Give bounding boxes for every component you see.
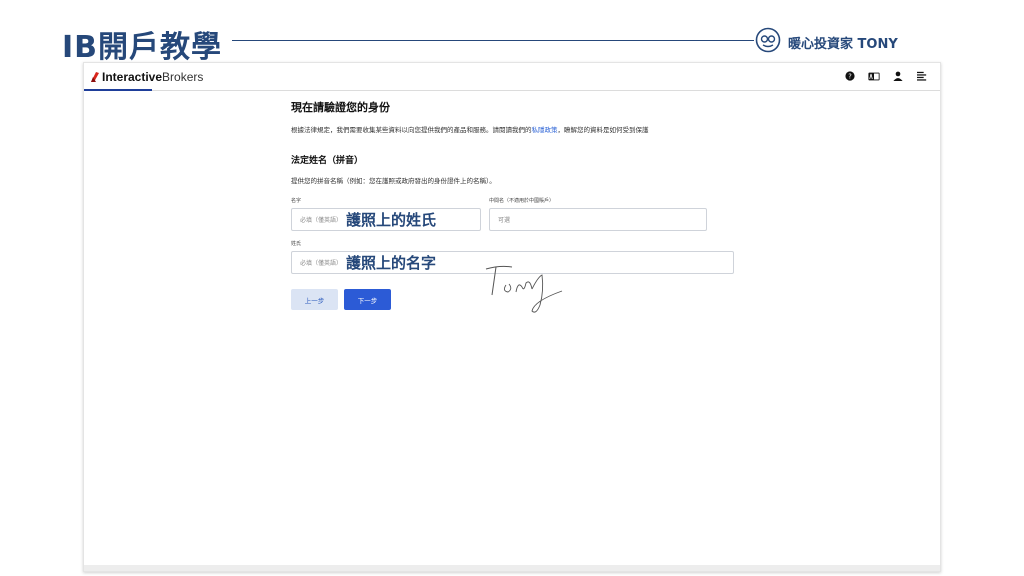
description-text-end: ，瞭解您的資料是如何受到保護 [557,126,649,134]
middle-name-input[interactable]: 可選 [489,208,707,231]
first-name-annotation: 護照上的姓氏 [346,211,437,229]
name-row: 名字 必填（僅英語） 護照上的姓氏 中間名（不適用於中國賬戶） 可選 [291,197,751,231]
menu-icon[interactable] [916,70,928,82]
last-name-label: 姓氏 [291,241,302,247]
section-description: 提供您的拼音名稱（例如：您在護照或政府發出的身份證件上的名稱）。 [291,177,496,185]
back-button[interactable]: 上一步 [291,289,338,310]
first-name-label: 名字 [291,198,302,204]
privacy-policy-link[interactable]: 私隱政策 [532,126,558,134]
ib-logo-icon [91,72,99,82]
logo-text-light: Brokers [162,70,204,84]
slide-title: IB開戶教學 [62,30,223,65]
first-name-input[interactable]: 必填（僅英語） 護照上的姓氏 [291,208,481,231]
section-title: 法定姓名（拼音） [291,156,364,166]
page-description: 根據法律規定，我們需要收集某些資料以向您提供我們的產品和服務。請閱讀我們的私隱政… [291,124,751,134]
brand-logo-icon [755,27,781,53]
window-bottom-edge [84,565,940,571]
handwritten-signature [485,265,563,313]
logo-text-bold: Interactive [102,70,163,84]
first-name-placeholder: 必填（僅英語） [300,217,343,224]
first-name-group: 名字 必填（僅英語） 護照上的姓氏 [291,197,481,231]
middle-name-placeholder: 可選 [498,217,511,224]
next-button[interactable]: 下一步 [344,289,391,310]
middle-name-group: 中間名（不適用於中國賬戶） 可選 [489,197,707,231]
active-nav-indicator [84,89,152,91]
brand-name: 暖心投資家 TONY [788,37,898,52]
last-name-annotation: 護照上的名字 [346,254,437,272]
slide-divider [232,40,754,41]
page-title: 現在請驗證您的身份 [291,101,390,114]
help-icon[interactable]: ? [844,70,856,82]
user-icon[interactable] [892,70,904,82]
svg-text:?: ? [848,73,852,81]
middle-name-label: 中間名（不適用於中國賬戶） [489,198,555,204]
last-name-placeholder: 必填（僅英語） [300,260,343,267]
language-icon[interactable] [868,70,880,82]
description-text: 根據法律規定，我們需要收集某些資料以向您提供我們的產品和服務。請閱讀我們的 [291,126,532,134]
top-navigation-bar: Interactive Brokers ? [84,63,940,91]
top-icon-group: ? [844,70,928,82]
interactive-brokers-logo[interactable]: Interactive Brokers [90,70,203,84]
app-window: Interactive Brokers ? 現在請驗證您的身份 根據法律規定，我們… [83,62,941,572]
